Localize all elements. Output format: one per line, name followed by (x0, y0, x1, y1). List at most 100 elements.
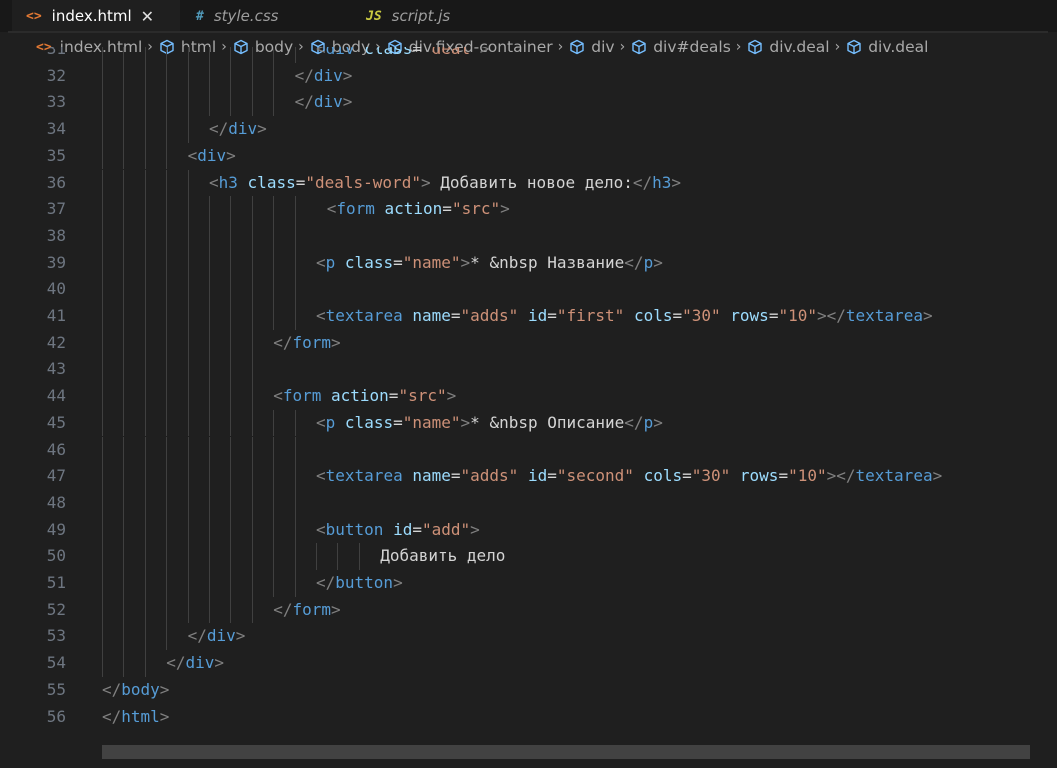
indent-guide (251, 409, 253, 437)
code-bracket-token: </ (102, 679, 122, 699)
code-line[interactable]: 42 </form> (0, 329, 1057, 357)
tab-script-js[interactable]: JS script.js (366, 0, 506, 32)
indent-guide (144, 116, 146, 143)
code-line[interactable]: 40 (0, 276, 1057, 303)
indent-guide (166, 303, 168, 330)
code-tag-token: textarea (845, 306, 923, 325)
code-tag-token: p (643, 252, 654, 272)
code-line[interactable]: 47 <textarea name="adds" id="second" cols… (0, 463, 1057, 490)
css-file-icon: # (196, 8, 204, 24)
indent-guide (187, 196, 189, 223)
indent-guide (144, 463, 146, 490)
code-line[interactable]: 36 <h3 class="deals-word"> Добавить новое… (0, 169, 1057, 197)
indent-guide (273, 543, 275, 570)
code-line[interactable]: 46 (0, 436, 1057, 464)
indent-guide (294, 47, 296, 63)
code-bracket-token: > (257, 119, 267, 139)
code-bracket-token: > (159, 706, 170, 726)
code-attribute-token: id (393, 519, 413, 539)
code-tag-token: textarea (855, 466, 933, 486)
code-text-token: = (393, 412, 403, 432)
code-value-token: "second" (556, 466, 634, 486)
code-line[interactable]: 34 </div> (0, 116, 1057, 143)
code-bracket-token: < (273, 386, 283, 406)
indent-guide (294, 516, 296, 544)
indent-guide (230, 62, 232, 90)
indent-guide (358, 543, 360, 570)
code-line[interactable]: 31 <div class="deal"> (0, 47, 1057, 63)
indent-guide (187, 543, 189, 570)
code-line[interactable]: 37 <form action="src"> (0, 196, 1057, 223)
code-line[interactable]: 43 (0, 356, 1057, 384)
code-value-token: "src" (398, 386, 447, 406)
code-line[interactable]: 35 <div> (0, 142, 1057, 170)
indent-guide (209, 329, 210, 357)
indent-guide (187, 596, 189, 624)
code-line[interactable]: 44 <form action="src"> (0, 383, 1057, 410)
code-editor[interactable]: 31 <div class="deal"> 32 </div> 33 </div> 34 </… (0, 47, 1057, 757)
code-attribute-token: id (527, 306, 548, 325)
indent-guide (209, 249, 210, 277)
code-line[interactable]: 54 </div> (0, 650, 1057, 677)
indent-guide (187, 436, 189, 464)
indent-guide (144, 89, 146, 117)
code-attribute-token: action (331, 386, 389, 406)
indent-guide (294, 489, 296, 517)
code-line[interactable]: 53 </div> (0, 623, 1057, 651)
code-line[interactable]: 55 </body> (0, 677, 1057, 704)
indent-guide (273, 222, 275, 250)
indent-guide (166, 47, 168, 63)
indent-guide (144, 62, 146, 90)
line-number: 42 (46, 332, 66, 352)
close-icon[interactable]: ✕ (141, 7, 154, 26)
indent-guide (294, 570, 296, 597)
indent-guide (251, 276, 253, 303)
code-attribute-token: id (527, 466, 548, 486)
code-line[interactable]: 33 </div> (0, 89, 1057, 117)
indent-guide (102, 89, 103, 117)
indent-guide (102, 222, 103, 250)
code-line[interactable]: 32 </div> (0, 62, 1057, 90)
code-text-token: Добавить новое дело: (430, 172, 633, 192)
tab-style-css[interactable]: # style.css (196, 0, 346, 32)
code-line[interactable]: 39 <p class="name">* &nbsp Название</p> (0, 249, 1057, 277)
indent-guide (144, 47, 146, 63)
code-text: <h3 class="deals-word"> Добавить новое д… (209, 170, 681, 197)
indent-guide (166, 409, 168, 437)
code-line[interactable]: 50 Добавить дело (0, 543, 1057, 570)
code-line[interactable]: 56 </html> (0, 704, 1057, 731)
horizontal-scrollbar[interactable] (102, 745, 1030, 759)
code-bracket-token: < (316, 519, 326, 539)
code-bracket-token: < (316, 306, 326, 325)
indent-guide (187, 383, 189, 410)
indent-guide (123, 249, 125, 277)
line-number: 39 (46, 252, 66, 272)
html-file-icon: <> (26, 8, 42, 24)
code-line[interactable]: 52 </form> (0, 596, 1057, 624)
code-line[interactable]: 49 <button id="add"> (0, 516, 1057, 544)
code-line[interactable]: 48 (0, 489, 1057, 517)
indent-guide (273, 249, 275, 277)
indent-guide (166, 543, 168, 570)
indent-guide (230, 516, 232, 544)
indent-guide (187, 169, 189, 197)
indent-guide (166, 356, 168, 384)
code-line[interactable]: 38 (0, 222, 1057, 250)
tab-index-html[interactable]: <> index.html ✕ (12, 0, 180, 32)
code-tag-token: div (313, 65, 343, 85)
code-line[interactable]: 51 </button> (0, 570, 1057, 597)
indent-guide (294, 543, 296, 570)
indent-guide (294, 303, 296, 330)
code-line[interactable]: 41 <textarea name="adds" id="first" cols=… (0, 303, 1057, 330)
code-bracket-token: </ (166, 653, 186, 673)
code-text: </form> (273, 597, 340, 624)
indent-guide (273, 463, 275, 490)
code-line[interactable]: 45 <p class="name">* &nbsp Описание</p> (0, 409, 1057, 437)
indent-guide (144, 570, 146, 597)
code-text: </form> (273, 330, 340, 357)
code-bracket-token: > (932, 466, 943, 486)
line-number: 33 (46, 92, 66, 112)
indent-guide (144, 650, 146, 677)
code-text-token: * &nbsp Описание (470, 412, 625, 432)
code-bracket-token: </ (187, 626, 207, 646)
